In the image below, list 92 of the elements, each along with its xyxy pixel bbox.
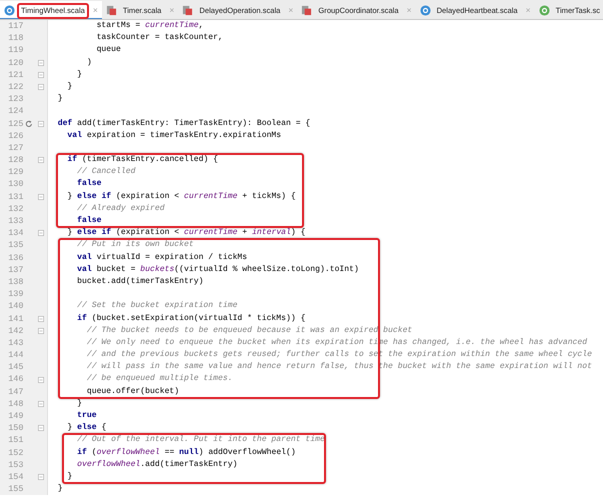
code-line: // be enqueued multiple times. <box>86 373 233 386</box>
fold-marker-icon[interactable] <box>38 376 44 383</box>
fold-marker-icon[interactable] <box>38 400 44 407</box>
line-number: 124 <box>7 105 24 118</box>
line-number: 142 <box>7 324 24 337</box>
line-number: 132 <box>7 202 24 216</box>
code-line: val bucket = buckets((virtualId % wheelSize.toLong).toInt) <box>76 264 359 276</box>
code-line: // Set the bucket expiration time <box>76 300 238 312</box>
code-line: true <box>76 410 97 422</box>
line-number: 137 <box>7 264 24 276</box>
code-line: // The bucket needs to be enqueued because it was an expired bucket <box>86 324 412 337</box>
file-stack-icon <box>182 5 194 16</box>
code-line: startMs = currentTime, <box>96 20 204 32</box>
file-stack-icon <box>301 5 312 16</box>
line-number: 146 <box>7 373 24 386</box>
fold-marker-icon[interactable] <box>38 316 44 322</box>
code-line: overflowWheel.add(timerTaskEntry) <box>76 458 238 471</box>
code-line: // Out of the interval. Put it into the parent time <box>76 434 325 446</box>
fold-marker-icon[interactable] <box>38 60 44 66</box>
fold-marker-icon[interactable] <box>38 157 44 164</box>
line-number: 138 <box>7 276 24 288</box>
circle-file-icon <box>4 5 15 16</box>
line-number: 117 <box>7 20 24 32</box>
code-line: } else if (expiration < currentTime + interval) { <box>66 227 306 240</box>
line-number: 151 <box>7 434 24 447</box>
code-line: def add(timerTaskEntry: TimerTaskEntry): Boolean = { <box>56 118 310 130</box>
code-line: false <box>76 178 102 190</box>
code-line: } <box>66 470 72 483</box>
code-line: } else { <box>66 422 106 434</box>
code-line: } <box>56 483 63 496</box>
line-number: 131 <box>7 190 24 203</box>
line-number: 133 <box>7 215 24 228</box>
line-number: 120 <box>7 56 24 69</box>
line-number: 149 <box>7 410 24 422</box>
code-line: } <box>76 398 82 410</box>
code-line: bucket.add(timerTaskEntry) <box>76 276 204 288</box>
line-number: 139 <box>7 288 24 300</box>
code-line: // Cancelled <box>76 166 136 178</box>
code-line: } <box>76 68 82 81</box>
line-number: 147 <box>7 386 24 398</box>
code-line: queue <box>96 44 121 56</box>
line-number: 125 <box>7 118 24 130</box>
code-line: queue.offer(bucket) <box>86 386 180 398</box>
code-line: } <box>56 93 63 106</box>
line-number: 118 <box>7 32 24 44</box>
code-line: } else if (expiration < currentTime + tickMs) { <box>66 190 296 203</box>
line-number: 130 <box>7 178 24 191</box>
line-number: 152 <box>7 446 24 459</box>
line-number: 141 <box>7 312 24 325</box>
line-number: 134 <box>7 227 24 240</box>
line-number: 123 <box>7 93 24 106</box>
line-number: 122 <box>7 80 24 94</box>
line-number: 129 <box>7 166 24 178</box>
code-line: // Already expired <box>76 202 165 215</box>
code-line: ) <box>86 56 92 69</box>
code-line: if (bucket.setExpiration(virtualId * tickMs)) { <box>76 312 306 324</box>
fold-marker-icon[interactable] <box>38 72 44 78</box>
line-number: 135 <box>7 239 24 252</box>
line-number: 119 <box>7 44 24 57</box>
line-number: 154 <box>7 470 24 484</box>
fold-marker-icon[interactable] <box>38 84 44 90</box>
fold-marker-icon[interactable] <box>38 425 44 432</box>
code-line: if (overflowWheel == null) addOverflowWheel() <box>76 446 296 459</box>
fold-marker-icon[interactable] <box>38 230 44 236</box>
line-number: 128 <box>7 154 24 166</box>
code-line: // Put in its own bucket <box>76 239 194 252</box>
code-line: false <box>76 215 102 227</box>
line-number: 143 <box>7 336 24 350</box>
circle-file-icon <box>420 5 431 16</box>
line-number: 121 <box>7 68 24 81</box>
line-number: 153 <box>7 458 24 471</box>
line-number: 144 <box>7 349 24 362</box>
line-number: 150 <box>7 422 24 434</box>
line-number: 140 <box>7 300 24 313</box>
code-line: val expiration = timerTaskEntry.expirationMs <box>66 130 282 142</box>
circle-file-icon <box>538 5 550 16</box>
line-number: 155 <box>7 483 24 496</box>
fold-marker-icon[interactable] <box>38 474 44 480</box>
fold-marker-icon[interactable] <box>38 120 44 127</box>
line-number: 136 <box>7 252 24 264</box>
circular-arrow-icon[interactable] <box>25 120 34 128</box>
line-number: 145 <box>7 361 24 374</box>
line-number: 126 <box>7 130 24 142</box>
code-line: } <box>66 80 72 93</box>
fold-marker-icon[interactable] <box>38 328 44 334</box>
file-stack-icon <box>106 5 117 16</box>
code-line: val virtualId = expiration / tickMs <box>76 252 248 264</box>
line-number: 127 <box>7 142 24 154</box>
fold-marker-icon[interactable] <box>38 194 44 200</box>
code-line: if (timerTaskEntry.cancelled) { <box>66 154 218 166</box>
code-line: taskCounter = taskCounter, <box>96 32 223 44</box>
line-number: 148 <box>7 398 24 410</box>
